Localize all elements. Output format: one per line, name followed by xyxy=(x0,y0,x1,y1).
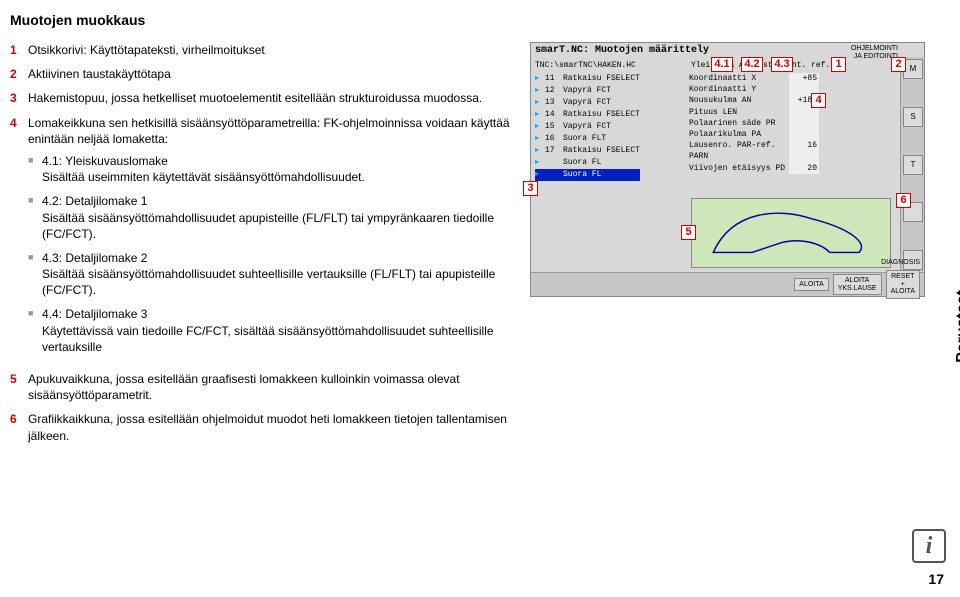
callout-2: 2 xyxy=(891,57,906,72)
strip-cell: S xyxy=(903,107,923,127)
list-item: 4 Lomakeikkuna sen hetkisillä sisäänsyöt… xyxy=(10,115,514,363)
item-number: 2 xyxy=(10,66,28,82)
param-row: Koordinaatti Y xyxy=(689,84,819,95)
item-text: Grafiikkaikkuna, jossa esitellään ohjelm… xyxy=(28,411,514,443)
param-row: Koordinaatti X+85 xyxy=(689,73,819,84)
callout-3: 3 xyxy=(523,181,538,196)
param-row: Nousukulma AN+180 xyxy=(689,95,819,106)
diagnosis-label: DIAGNOSIS xyxy=(881,259,920,266)
text-column: 1 Otsikkorivi: Käyttötapateksti, virheil… xyxy=(10,42,530,452)
shot-params: Koordinaatti X+85 Koordinaatti Y Nousuku… xyxy=(689,73,819,174)
item-text: Hakemistopuu, jossa hetkelliset muotoele… xyxy=(28,90,514,106)
sub-item-text: 4.4: Detaljilomake 3 Käytettävissä vain … xyxy=(42,306,514,355)
softkey: ALOITA xyxy=(794,278,828,292)
sub-item: 4.3: Detaljilomake 2 Sisältää sisäänsyöt… xyxy=(28,250,514,299)
tree-row: ▸17Ratkaisu FSELECT xyxy=(535,145,640,157)
info-glyph: i xyxy=(926,533,933,560)
tree-row: ▸Suora FL xyxy=(535,169,640,181)
content-wrap: 1 Otsikkorivi: Käyttötapateksti, virheil… xyxy=(0,42,960,452)
app-screenshot: smarT.NC: Muotojen määrittely OHJELMOINT… xyxy=(530,42,925,297)
callout-4: 4 xyxy=(811,93,826,108)
sub-item: 4.1: Yleiskuvauslomake Sisältää useimmit… xyxy=(28,153,514,185)
tree-row: ▸14Ratkaisu FSELECT xyxy=(535,109,640,121)
callout-1: 1 xyxy=(831,57,846,72)
param-row: Polaarikulma PA xyxy=(689,129,819,140)
list-item: 5 Apukuvaikkuna, jossa esitellään graafi… xyxy=(10,371,514,403)
item-number: 4 xyxy=(10,115,28,363)
softkey: ALOITA YKS.LAUSE xyxy=(833,274,882,295)
softkey: RESET + ALOITA xyxy=(886,270,920,299)
preview-svg xyxy=(692,199,890,267)
shot-tree: ▸11Ratkaisu FSELECT ▸12Vapyrä FCT ▸13Vap… xyxy=(535,73,640,181)
strip-cell: T xyxy=(903,155,923,175)
page-number: 17 xyxy=(928,571,944,587)
tree-row: ▸15Vapyrä FCT xyxy=(535,121,640,133)
item-text-lead: Lomakeikkuna sen hetkisillä sisäänsyöttö… xyxy=(28,116,510,146)
strip-cell: M xyxy=(903,59,923,79)
page-heading: Muotojen muokkaus xyxy=(0,0,960,42)
item-number: 1 xyxy=(10,42,28,58)
callout-6: 6 xyxy=(896,193,911,208)
sub-list: 4.1: Yleiskuvauslomake Sisältää useimmit… xyxy=(28,153,514,355)
tree-row: ▸12Vapyrä FCT xyxy=(535,85,640,97)
sub-item: 4.4: Detaljilomake 3 Käytettävissä vain … xyxy=(28,306,514,355)
side-tab: Perusteet xyxy=(954,290,960,363)
callout-4-2: 4.2 xyxy=(741,57,763,72)
tree-row: ▸11Ratkaisu FSELECT xyxy=(535,73,640,85)
item-text: Apukuvaikkuna, jossa esitellään graafise… xyxy=(28,371,514,403)
param-row: Viivojen etäisyys PD20 xyxy=(689,163,819,174)
shot-bottom-strip: ALOITA ALOITA YKS.LAUSE RESET + ALOITA xyxy=(531,272,924,296)
tree-row: ▸16Suora FLT xyxy=(535,133,640,145)
shot-path: TNC:\smarTNC\HAKEN.HC xyxy=(535,61,636,70)
screenshot-column: smarT.NC: Muotojen määrittely OHJELMOINT… xyxy=(530,42,925,452)
shot-title: smarT.NC: Muotojen määrittely xyxy=(535,45,709,56)
sub-item-text: 4.2: Detaljilomake 1 Sisältää sisäänsyöt… xyxy=(42,193,514,242)
list-item: 1 Otsikkorivi: Käyttötapateksti, virheil… xyxy=(10,42,514,58)
item-number: 3 xyxy=(10,90,28,106)
callout-4-3: 4.3 xyxy=(771,57,793,72)
item-text: Otsikkorivi: Käyttötapateksti, virheilmo… xyxy=(28,42,514,58)
param-row: Pituus LEN xyxy=(689,107,819,118)
sub-item-text: 4.3: Detaljilomake 2 Sisältää sisäänsyöt… xyxy=(42,250,514,299)
item-number: 6 xyxy=(10,411,28,443)
numbered-list: 1 Otsikkorivi: Käyttötapateksti, virheil… xyxy=(10,42,514,444)
list-item: 3 Hakemistopuu, jossa hetkelliset muotoe… xyxy=(10,90,514,106)
param-row: Lausenro. PAR-ref. PARN16 xyxy=(689,140,819,162)
sub-item-text: 4.1: Yleiskuvauslomake Sisältää useimmit… xyxy=(42,153,514,185)
list-item: 2 Aktiivinen taustakäyttötapa xyxy=(10,66,514,82)
item-text: Aktiivinen taustakäyttötapa xyxy=(28,66,514,82)
tree-row: ▸Suora FL xyxy=(535,157,640,169)
shot-preview xyxy=(691,198,891,268)
item-number: 5 xyxy=(10,371,28,403)
info-icon: i xyxy=(912,529,946,563)
list-item: 6 Grafiikkaikkuna, jossa esitellään ohje… xyxy=(10,411,514,443)
item-text: Lomakeikkuna sen hetkisillä sisäänsyöttö… xyxy=(28,115,514,363)
callout-4-1: 4.1 xyxy=(711,57,733,72)
shot-right-strip: M S T xyxy=(900,57,924,272)
param-row: Polaarinen säde PR xyxy=(689,118,819,129)
sub-item: 4.2: Detaljilomake 1 Sisältää sisäänsyöt… xyxy=(28,193,514,242)
tree-row: ▸13Vapyrä FCT xyxy=(535,97,640,109)
callout-5: 5 xyxy=(681,225,696,240)
